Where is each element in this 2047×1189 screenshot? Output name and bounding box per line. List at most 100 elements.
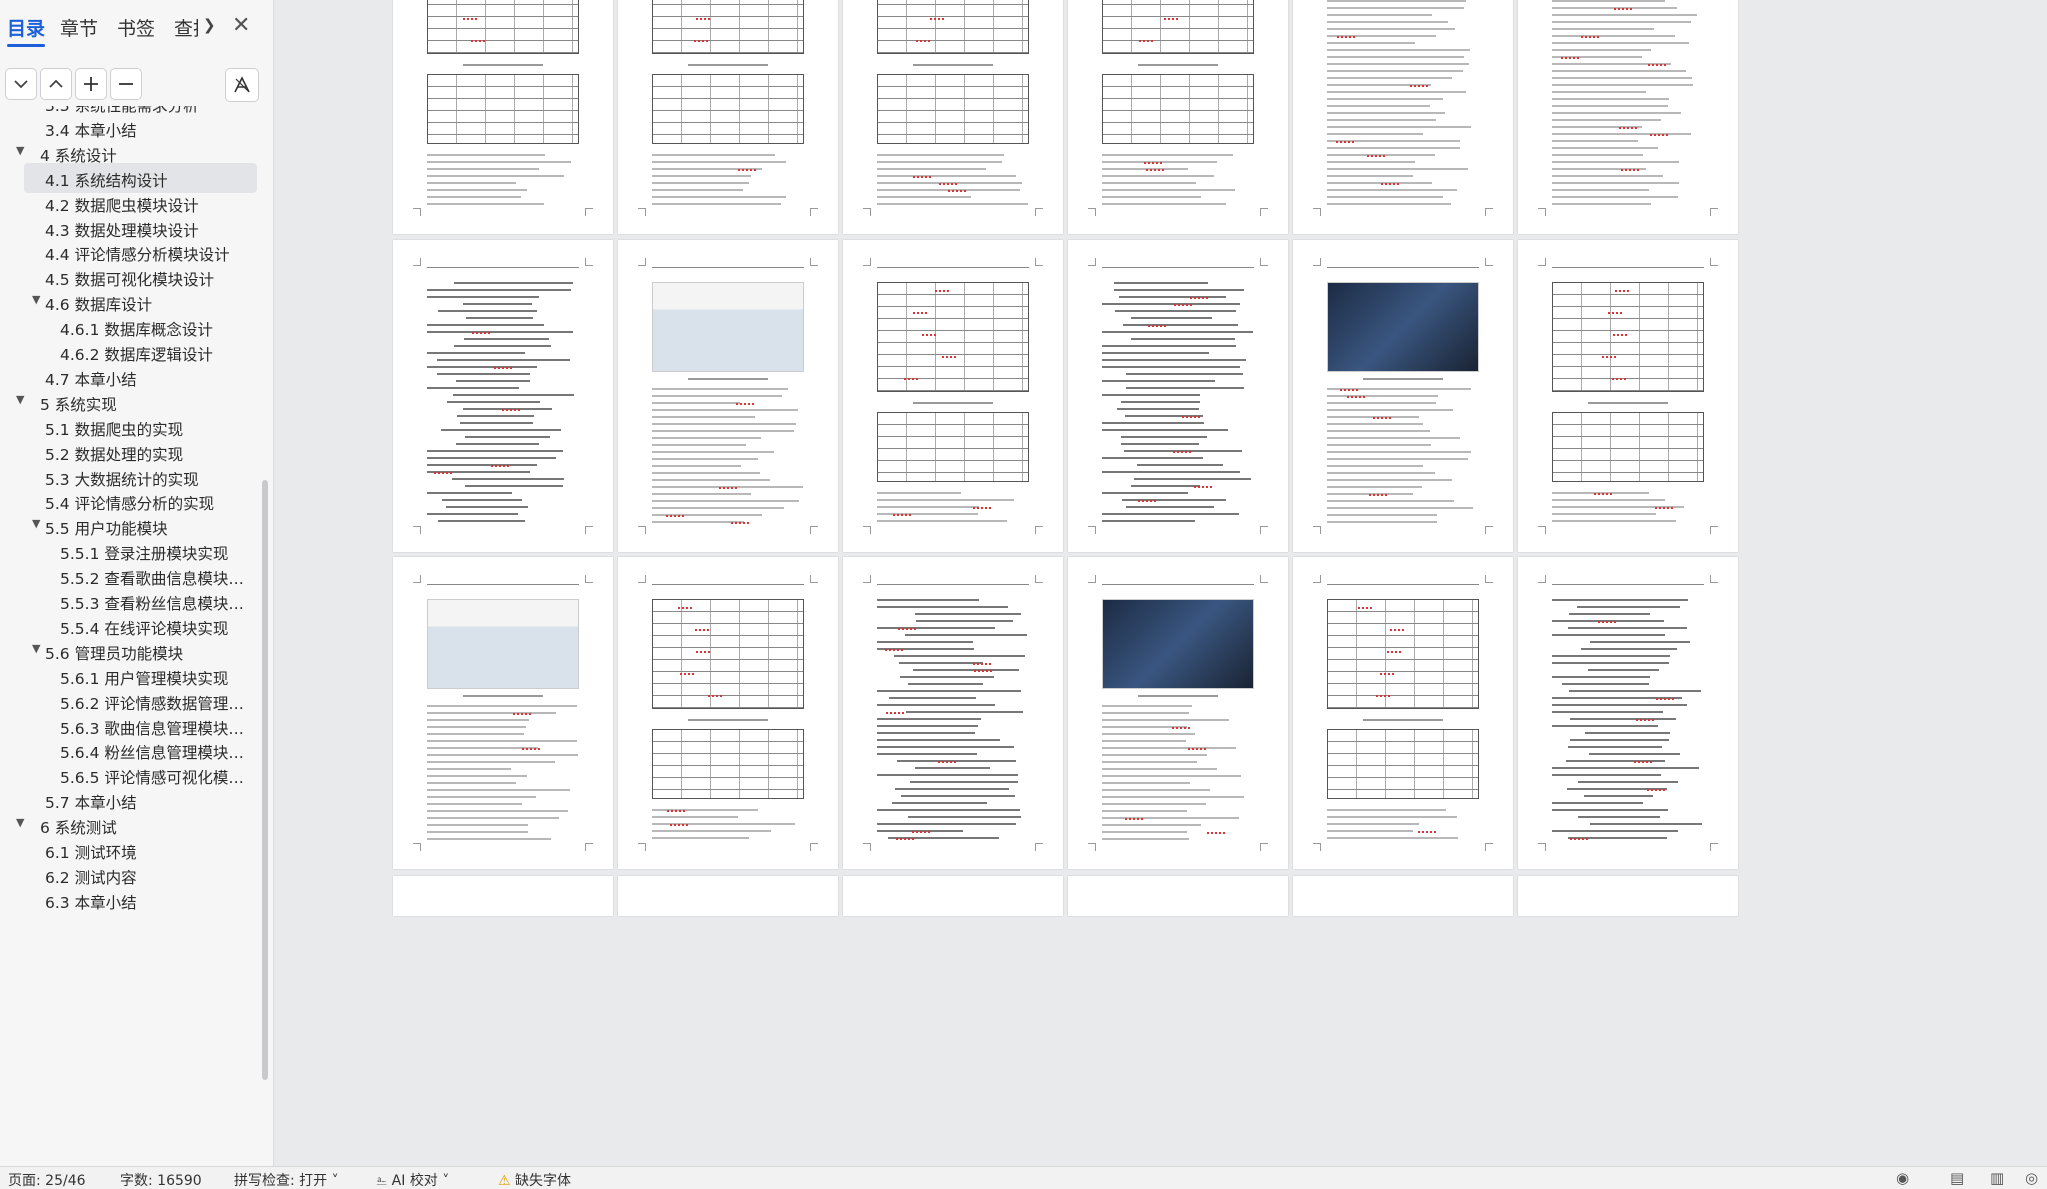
toc-item[interactable]: 6.3 本章小结 [0,885,262,917]
spelling-mark [472,332,491,334]
expand-arrow-icon[interactable]: ▼ [16,144,24,157]
text-line [1327,830,1413,832]
spelling-mark [1608,312,1623,314]
text-line [1569,690,1702,692]
crop-mark [1088,843,1096,851]
tab-chapters[interactable]: 章节 [60,14,98,41]
expand-arrow-icon[interactable]: ▼ [16,393,24,406]
ai-proofread-button[interactable]: ⎁ AI 校对 ˅ [376,1170,449,1189]
page-thumbnail[interactable] [393,557,613,869]
page-thumbnail[interactable] [1068,0,1288,234]
crop-mark [1538,843,1546,851]
tab-toc[interactable]: 目录 [7,14,45,41]
crop-mark [1260,526,1268,534]
text-line [427,810,569,812]
text-line [915,613,1021,615]
document-thumbnail-grid[interactable] [275,0,2047,1166]
page-thumbnail[interactable] [843,0,1063,234]
text-line [652,465,741,467]
spelling-mark [1612,378,1627,380]
page-thumbnail[interactable] [1068,240,1288,552]
page-thumbnail[interactable] [393,876,613,916]
crop-mark [863,258,871,266]
page-thumbnail[interactable] [618,557,838,869]
crop-mark [1088,526,1096,534]
text-line [1327,56,1464,58]
page-header-rule [652,579,804,585]
tab-find[interactable]: 查找 [174,14,198,41]
page-header-rule [1327,262,1479,268]
spelling-mark [1381,183,1400,185]
toc-style-button[interactable] [225,68,259,102]
text-line [454,282,573,284]
tab-bookmarks[interactable]: 书签 [117,14,155,41]
expand-arrow-icon[interactable]: ▼ [32,642,40,655]
spelling-mark [1139,40,1154,42]
page-thumbnail[interactable] [618,876,838,916]
text-line [1102,761,1198,763]
spelling-mark [730,522,749,524]
page-thumbnail[interactable] [1518,557,1738,869]
page-header-rule [1327,579,1479,585]
page-thumbnail[interactable] [618,0,838,234]
page-thumbnail[interactable] [1518,876,1738,916]
spelling-mark [737,169,756,171]
expand-all-button[interactable] [40,68,72,100]
page-thumbnail[interactable] [1293,876,1513,916]
tab-scroll-right-icon[interactable]: ❯ [203,16,216,34]
page-thumbnail[interactable] [843,557,1063,869]
web-layout-icon[interactable]: ◎ [2025,1169,2038,1187]
page-thumbnail[interactable] [1068,876,1288,916]
caption-line [1138,64,1218,66]
text-line [1115,310,1237,312]
page-thumbnail[interactable] [393,240,613,552]
text-line [1123,324,1239,326]
crop-mark [1710,575,1718,583]
page-thumbnail[interactable] [1518,240,1738,552]
page-indicator[interactable]: 页面: 25/46 [8,1170,86,1189]
page-thumbnail[interactable] [1068,557,1288,869]
text-line [463,303,533,305]
toc-scrollbar[interactable] [262,480,268,1080]
add-heading-button[interactable] [75,68,107,100]
missing-font-label: 缺失字体 [515,1173,572,1189]
page-view-icon[interactable]: ▤ [1950,1169,1964,1187]
caption-line [913,402,993,404]
spelling-mark [1372,417,1391,419]
crop-mark [863,843,871,851]
text-line [1327,500,1454,502]
page-thumbnail[interactable] [1293,0,1513,234]
text-line [1552,662,1669,664]
read-mode-icon[interactable]: ▥ [1990,1169,2004,1187]
eye-protection-icon[interactable]: ◉ [1896,1169,1909,1187]
text-line [464,338,549,340]
spelling-mark [470,40,485,42]
page-thumbnail[interactable] [618,240,838,552]
crop-mark [413,843,421,851]
caption-line [688,719,768,721]
crop-mark [638,526,646,534]
spelling-mark [912,312,927,314]
table-figure [652,0,804,54]
spell-check-toggle[interactable]: 拼写检查: 打开 ˅ [234,1170,339,1189]
text-line [877,732,975,734]
collapse-all-button[interactable] [5,68,37,100]
page-thumbnail[interactable] [1293,557,1513,869]
spelling-mark [1369,494,1388,496]
text-line [1552,189,1649,191]
text-line [1102,733,1196,735]
missing-font-button[interactable]: ⚠ 缺失字体 [498,1170,571,1189]
remove-heading-button[interactable] [110,68,142,100]
close-pane-icon[interactable]: ✕ [232,13,250,38]
word-count[interactable]: 字数: 16590 [120,1170,202,1189]
spelling-mark [1417,831,1436,833]
page-thumbnail[interactable] [393,0,613,234]
text-line [1134,478,1252,480]
expand-arrow-icon[interactable]: ▼ [32,293,40,306]
expand-arrow-icon[interactable]: ▼ [32,517,40,530]
page-thumbnail[interactable] [1293,240,1513,552]
page-thumbnail[interactable] [843,240,1063,552]
page-thumbnail[interactable] [1518,0,1738,234]
page-thumbnail[interactable] [843,876,1063,916]
expand-arrow-icon[interactable]: ▼ [16,816,24,829]
